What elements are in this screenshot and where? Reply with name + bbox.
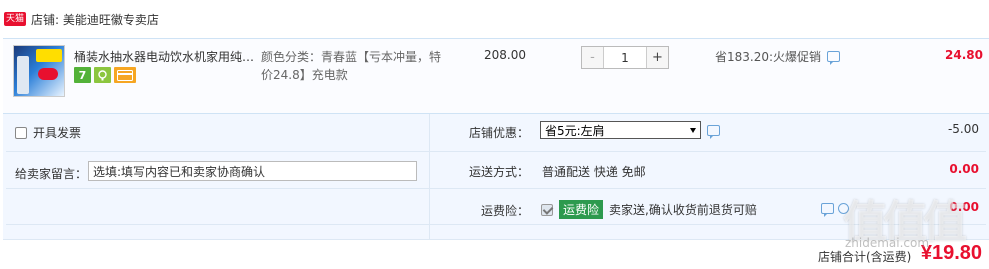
insurance-checkbox[interactable]	[541, 203, 553, 216]
invoice-option[interactable]: 开具发票	[15, 124, 81, 141]
card-payment-icon[interactable]	[114, 67, 136, 83]
shop-header: 天猫 店铺: 美能迪旺徽专卖店	[0, 0, 989, 38]
insurance-label: 运费险：	[481, 204, 530, 218]
total-value: ¥19.80	[920, 242, 982, 264]
chat-bubble-icon[interactable]	[707, 125, 720, 139]
shipping-method: 普通配送 快递 免邮	[542, 165, 646, 179]
tmall-badge: 天猫	[4, 12, 27, 26]
insurance-amount: 0.00	[949, 200, 979, 214]
invoice-checkbox[interactable]	[15, 126, 27, 139]
cart-item-row: 桶装水抽水器电动饮水机家用纯净水 7 颜色分类：青春蓝【亏本冲量，特价24.8】…	[3, 38, 989, 113]
item-subtotal: 24.80	[945, 48, 983, 62]
help-icon[interactable]	[838, 203, 849, 214]
chat-bubble-icon[interactable]	[827, 51, 841, 65]
coupon-label: 店铺优惠：	[469, 126, 530, 140]
insurance-text: 卖家送,确认收货前退货可赔	[609, 203, 757, 217]
quantity-input[interactable]	[604, 47, 646, 68]
seven-day-return-icon[interactable]: 7	[74, 67, 91, 83]
insurance-icons	[821, 203, 849, 217]
quantity-stepper: - +	[581, 46, 669, 69]
service-icons: 7	[74, 67, 136, 83]
discount-text: 省183.20:火爆促销	[715, 50, 822, 64]
guarantee-icon[interactable]	[94, 67, 111, 83]
seller-message-input[interactable]: 选填:填写内容已和卖家协商确认	[88, 161, 417, 181]
coupon-amount: -5.00	[947, 122, 979, 136]
quantity-decrease-button[interactable]: -	[582, 47, 604, 68]
product-title[interactable]: 桶装水抽水器电动饮水机家用纯净水	[74, 48, 256, 65]
shipping-insurance: 运费险 卖家送,确认收货前退货可赔	[541, 200, 757, 219]
shop-name[interactable]: 店铺: 美能迪旺徽专卖店	[31, 11, 159, 28]
message-label: 给卖家留言：	[15, 167, 88, 181]
invoice-label: 开具发票	[33, 126, 82, 140]
coupon-selected-value: 省5元:左肩	[545, 123, 605, 138]
discount-info: 省183.20:火爆促销	[715, 48, 841, 65]
chat-bubble-icon[interactable]	[821, 203, 834, 217]
coupon-select[interactable]: 省5元:左肩	[540, 121, 701, 139]
insurance-tag: 运费险	[559, 200, 604, 219]
quantity-increase-button[interactable]: +	[646, 47, 668, 68]
unit-price: 208.00	[484, 48, 526, 62]
product-sku: 颜色分类：青春蓝【亏本冲量，特价24.8】充电款	[261, 50, 442, 82]
shop-total-row: 店铺合计(含运费) ¥19.80	[3, 239, 989, 269]
shipping-amount: 0.00	[949, 162, 979, 176]
total-label: 店铺合计(含运费)	[818, 250, 912, 264]
shipping-label: 运送方式：	[469, 165, 530, 179]
chevron-down-icon	[690, 127, 696, 133]
product-thumbnail[interactable]	[13, 45, 65, 97]
